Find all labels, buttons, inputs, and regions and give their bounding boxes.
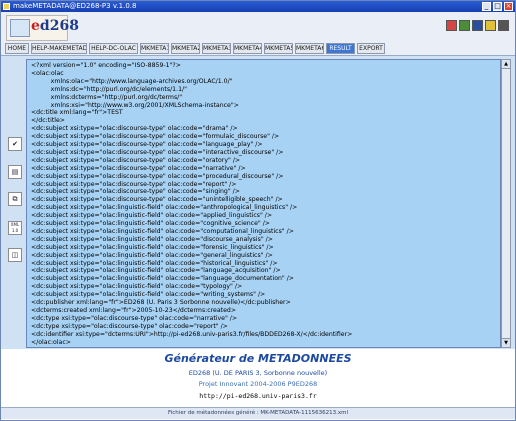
ed268-logo: ed268 — [31, 18, 79, 34]
scroll-down-icon[interactable]: ▼ — [502, 338, 510, 347]
xml-scrollbar[interactable]: ▲ ▼ — [501, 59, 511, 348]
close-button[interactable]: × — [504, 2, 513, 11]
tab-help-makemetadata[interactable]: HELP-MAKEMETADATA — [31, 43, 87, 54]
xml-line: <dc:subject xsi:type="olac:linguistic-fi… — [31, 275, 294, 283]
xml-line: <olac:olac — [31, 69, 64, 77]
xml-line: <dc:subject xsi:type="olac:discourse-typ… — [31, 172, 284, 180]
xml-line: <dc:subject xsi:type="olac:discourse-typ… — [31, 133, 280, 141]
xml-line: xmlns:xsi="http://www.w3.org/2001/XMLSch… — [31, 101, 239, 109]
xml-line: <dc:subject xsi:type="olac:discourse-typ… — [31, 148, 284, 156]
xml-line: xmlns:dcterms="http://purl.org/dc/terms/… — [31, 93, 183, 101]
xml-line: <dc:subject xsi:type="olac:linguistic-fi… — [31, 243, 274, 251]
tab-help-dc-olac[interactable]: HELP-DC-OLAC — [89, 43, 138, 54]
tab-mkmeta1[interactable]: MKMETA1 — [140, 43, 169, 54]
xml-line: </dc:title> — [31, 117, 65, 125]
star-icon[interactable] — [485, 20, 496, 31]
xml-line: <dc:title xml:lang="fr">TEST — [31, 109, 123, 117]
xml-line: <dc:subject xsi:type="olac:linguistic-fi… — [31, 259, 278, 267]
xml-line: <dc:subject xsi:type="olac:discourse-typ… — [31, 180, 237, 188]
xml-line: <dc:subject xsi:type="olac:discourse-typ… — [31, 188, 240, 196]
xml-icon[interactable]: XML 1.0 — [8, 221, 22, 235]
xml-result-textarea[interactable]: <?xml version="1.0" encoding="ISO-8859-1… — [26, 59, 501, 348]
tab-home[interactable]: HOME — [5, 43, 29, 54]
tab-bar: HOMEHELP-MAKEMETADATAHELP-DC-OLACMKMETA1… — [1, 42, 515, 56]
xml-line: <dc:subject xsi:type="olac:linguistic-fi… — [31, 227, 294, 235]
xml-line: <dc:subject xsi:type="olac:discourse-typ… — [31, 164, 246, 172]
xml-line: <dc:subject xsi:type="olac:linguistic-fi… — [31, 267, 281, 275]
info-icon[interactable] — [472, 20, 483, 31]
minimize-button[interactable]: _ — [482, 2, 491, 11]
xml-line: <dc:subject xsi:type="olac:discourse-typ… — [31, 141, 263, 148]
footer-line-url[interactable]: http://pi-ed268.univ-paris3.fr — [1, 392, 515, 400]
footer-line-project: Projet Innovant 2004-2006 P9ED268 — [198, 380, 318, 388]
left-toolbar: ✔ ▤ ⧉ XML 1.0 ◫ — [4, 56, 24, 349]
tab-mkmeta4[interactable]: MKMETA4 — [233, 43, 262, 54]
page-icon[interactable]: ▤ — [8, 165, 22, 179]
main-area: ✔ ▤ ⧉ XML 1.0 ◫ <?xml version="1.0" encoding… — [1, 56, 515, 349]
copy-icon[interactable]: ⧉ — [8, 192, 22, 206]
footer-line-institution: ED268 (U. DE PARIS 3, Sorbonne nouvelle) — [188, 369, 328, 377]
makemetadata-logo-icon — [10, 19, 30, 37]
status-bar: Fichier de métadonnées généré : MK-METAD… — [1, 407, 515, 419]
xml-line: <dc:subject xsi:type="olac:linguistic-fi… — [31, 291, 266, 299]
xml-line: <dc:identifier xsi:type="dcterms:URI">ht… — [31, 330, 353, 338]
window-title: makeMETADATA@ED268-P3 v.1.0.8 — [13, 2, 137, 10]
xml-line: <?xml version="1.0" encoding="ISO-8859-1… — [31, 62, 181, 69]
xml-line: <dc:subject xsi:type="olac:discourse-typ… — [31, 156, 241, 164]
tab-export[interactable]: EXPORT — [357, 43, 385, 54]
xml-line: <dc:subject xsi:type="olac:discourse-typ… — [31, 125, 238, 133]
tab-result[interactable]: RESULT — [326, 43, 355, 54]
xml-line: <dcterms:created xml:lang="fr">2005-10-2… — [31, 306, 237, 314]
header-icons — [446, 20, 509, 31]
tab-mkmeta5[interactable]: MKMETA5 — [264, 43, 293, 54]
xml-line: <dc:type xsi:type="olac:discourse-type" … — [31, 322, 228, 330]
xml-line: xmlns:dc="http://purl.org/dc/elements/1.… — [31, 85, 187, 93]
save-icon[interactable]: ◫ — [8, 248, 22, 262]
title-bar: makeMETADATA@ED268-P3 v.1.0.8 _ □ × — [1, 1, 515, 12]
xml-line: <dc:subject xsi:type="olac:linguistic-fi… — [31, 220, 270, 227]
tab-mkmeta6[interactable]: MKMETA6 — [295, 43, 324, 54]
app-window: makeMETADATA@ED268-P3 v.1.0.8 _ □ × ed26… — [0, 0, 516, 421]
xml-line: <dc:subject xsi:type="olac:linguistic-fi… — [31, 212, 273, 220]
maximize-button[interactable]: □ — [493, 2, 502, 11]
help-icon[interactable] — [446, 20, 457, 31]
scroll-up-icon[interactable]: ▲ — [502, 60, 510, 69]
footer-title: Générateur de METADONNEES — [164, 352, 352, 365]
xml-line: xmlns:olac="http://www.language-archives… — [31, 77, 233, 85]
logo: ed268 — [6, 15, 79, 41]
tab-mkmeta3[interactable]: MKMETA3 — [202, 43, 231, 54]
xml-line: </olac:olac> — [31, 338, 71, 346]
xml-line: <dc:subject xsi:type="olac:linguistic-fi… — [31, 283, 243, 291]
xml-line: <dc:publisher xml:lang="fr">ED268 (U. Pa… — [31, 299, 291, 306]
exit-icon[interactable] — [498, 20, 509, 31]
app-icon — [3, 3, 10, 10]
tab-mkmeta2[interactable]: MKMETA2 — [171, 43, 200, 54]
xml-line: <dc:subject xsi:type="olac:linguistic-fi… — [31, 204, 298, 212]
xml-line: <dc:subject xsi:type="olac:linguistic-fi… — [31, 235, 273, 243]
check-icon[interactable]: ✔ — [8, 137, 22, 151]
xml-line: <dc:type xsi:type="olac:discourse-type" … — [31, 314, 238, 322]
flag-icon[interactable] — [459, 20, 470, 31]
xml-line: <dc:subject xsi:type="olac:discourse-typ… — [31, 196, 283, 204]
xml-line: <dc:subject xsi:type="olac:linguistic-fi… — [31, 251, 273, 259]
